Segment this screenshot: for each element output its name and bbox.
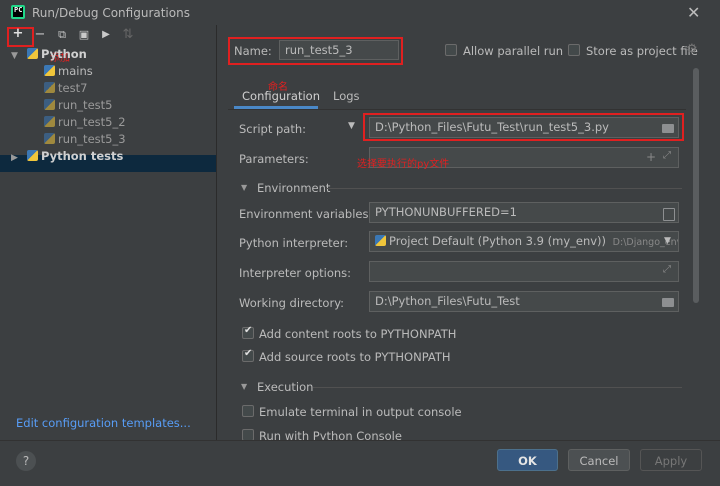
interpreter-value: Project Default (Python 3.9 (my_env)) — [389, 234, 607, 248]
environment-separator — [326, 188, 682, 189]
copy-config-button[interactable]: ⧉ — [54, 28, 70, 42]
close-icon[interactable]: ✕ — [687, 3, 700, 22]
script-path-label: Script path: — [239, 122, 307, 136]
remove-config-button[interactable]: − — [32, 28, 48, 42]
tab-logs[interactable]: Logs — [333, 89, 360, 103]
ok-button[interactable]: OK — [497, 449, 558, 471]
folder-icon[interactable] — [662, 298, 674, 307]
tree-group-python[interactable]: ▼ Python — [11, 46, 87, 62]
add-source-roots-label[interactable]: Add source roots to PYTHONPATH — [259, 350, 451, 364]
tree-item-label: test7 — [58, 81, 88, 95]
cancel-button[interactable]: Cancel — [568, 449, 630, 471]
execution-separator — [313, 387, 682, 388]
tree-group-python-tests[interactable]: ▶ Python tests — [11, 148, 123, 164]
python-icon — [44, 65, 55, 76]
env-vars-label: Environment variables: — [239, 207, 373, 221]
add-source-roots-checkbox[interactable] — [242, 348, 254, 362]
gear-icon[interactable]: ⚙ — [686, 42, 698, 57]
script-type-dropdown-icon[interactable]: ▼ — [348, 121, 355, 131]
emulate-terminal-checkbox[interactable] — [242, 405, 254, 417]
interp-options-label: Interpreter options: — [239, 266, 352, 280]
expand-icon[interactable]: ⤢ — [663, 150, 671, 161]
tree-item-test7[interactable]: test7 — [44, 80, 87, 96]
pycharm-logo-icon: PC — [11, 5, 25, 19]
allow-parallel-checkbox[interactable] — [445, 44, 457, 56]
python-icon — [44, 82, 55, 93]
chevron-right-icon[interactable]: ▶ — [11, 153, 18, 163]
add-content-roots-label[interactable]: Add content roots to PYTHONPATH — [259, 327, 456, 341]
script-annotation: 选择要执行的py文件 — [357, 159, 450, 170]
working-dir-label: Working directory: — [239, 296, 345, 310]
folder-icon[interactable] — [662, 124, 674, 133]
parameters-label: Parameters: — [239, 152, 309, 166]
edit-list-icon[interactable] — [663, 208, 675, 221]
move-to-folder-button[interactable]: ▶ — [98, 28, 114, 42]
allow-parallel-label[interactable]: Allow parallel run — [463, 44, 563, 58]
python-icon — [44, 133, 55, 144]
help-button[interactable]: ? — [16, 451, 36, 471]
tab-configuration[interactable]: Configuration — [242, 89, 320, 103]
add-content-roots-checkbox[interactable] — [242, 325, 254, 339]
store-as-project-checkbox[interactable] — [568, 44, 580, 56]
tree-item-label: mains — [58, 64, 93, 78]
expand-icon[interactable]: ⤢ — [663, 264, 671, 275]
apply-button[interactable]: Apply — [640, 449, 702, 471]
interpreter-select[interactable]: Project Default (Python 3.9 (my_env)) D:… — [369, 231, 679, 252]
script-path-input[interactable]: D:\Python_Files\Futu_Test\run_test5_3.py — [369, 117, 679, 138]
name-label: Name: — [234, 44, 272, 58]
tree-group-label: Python tests — [40, 149, 124, 163]
chevron-down-icon[interactable]: ▼ — [11, 51, 18, 61]
tree-item-label: run_test5 — [58, 98, 113, 112]
emulate-terminal-label[interactable]: Emulate terminal in output console — [259, 405, 462, 419]
chevron-down-icon[interactable]: ▼ — [241, 382, 247, 391]
chevron-down-icon[interactable]: ▼ — [241, 183, 247, 192]
tree-item-run-test5[interactable]: run_test5 — [44, 97, 112, 113]
title-bar: PC Run/Debug Configurations ✕ — [0, 0, 720, 25]
edit-templates-link[interactable]: Edit configuration templates... — [16, 416, 191, 430]
python-tests-icon — [26, 150, 38, 161]
chevron-down-icon[interactable]: ▼ — [664, 236, 671, 246]
window-title: Run/Debug Configurations — [32, 6, 190, 20]
config-tree-panel: 添加 ▼ Python mains test7 run_test5 run_te… — [0, 25, 216, 440]
interpreter-label: Python interpreter: — [239, 236, 349, 250]
working-dir-input[interactable]: D:\Python_Files\Futu_Test — [369, 291, 679, 312]
save-config-button[interactable]: ▣ — [76, 28, 92, 42]
environment-section-title[interactable]: Environment — [257, 181, 330, 195]
python-icon — [44, 99, 55, 110]
tree-group-label: Python — [40, 47, 87, 61]
name-input[interactable]: run_test5_3 — [279, 40, 399, 60]
execution-section-title[interactable]: Execution — [257, 380, 313, 394]
env-vars-input[interactable]: PYTHONUNBUFFERED=1 — [369, 202, 679, 223]
tree-item-label: run_test5_2 — [58, 115, 126, 129]
interp-options-input[interactable] — [369, 261, 679, 282]
store-as-project-label[interactable]: Store as project file — [586, 44, 698, 58]
python-icon — [375, 235, 386, 246]
add-config-button[interactable]: + — [10, 27, 26, 41]
tab-separator — [228, 109, 686, 110]
tree-item-run-test5-3[interactable]: run_test5_3 — [44, 131, 126, 147]
scrollbar-thumb[interactable] — [693, 68, 699, 303]
python-icon — [44, 116, 55, 127]
tree-item-label: run_test5_3 — [58, 132, 126, 146]
python-icon — [26, 48, 38, 59]
tree-item-mains[interactable]: mains — [44, 63, 93, 79]
add-macro-icon[interactable]: + — [646, 150, 656, 164]
tree-item-run-test5-2[interactable]: run_test5_2 — [44, 114, 126, 130]
panel-divider[interactable] — [216, 25, 217, 440]
sort-button[interactable]: ⇅ — [120, 28, 136, 42]
